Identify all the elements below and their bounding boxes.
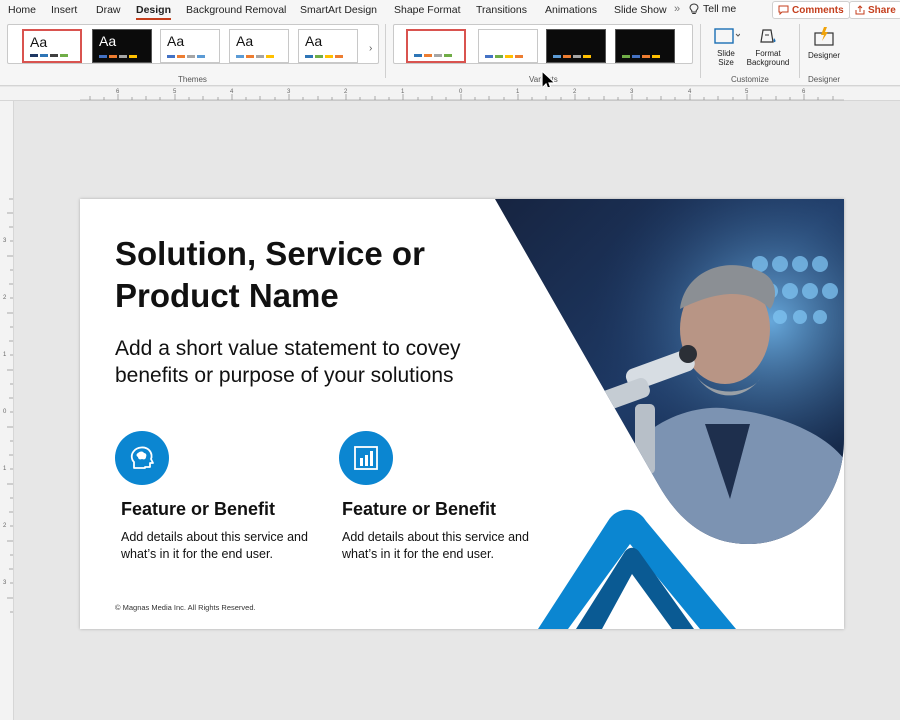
tab-design[interactable]: Design [136,4,172,20]
designer-label: Designer [807,51,840,60]
variant-swatches [622,55,660,58]
theme-swatches [305,55,343,58]
group-divider [385,24,386,78]
theme-thumb-text: Aa [167,33,185,49]
svg-text:5: 5 [745,89,749,95]
svg-text:6: 6 [116,89,120,95]
tab-animations[interactable]: Animations [545,4,597,16]
svg-text:4: 4 [230,89,234,95]
slide-subtitle[interactable]: Add a short value statement to covey ben… [115,335,535,389]
comment-icon [778,5,789,15]
theme-swatches [99,55,137,58]
svg-text:0: 0 [3,409,7,415]
comments-button[interactable]: Comments [772,1,850,19]
customize-group-label: Customize [731,75,769,84]
comments-label: Comments [792,4,844,16]
theme-swatches [30,54,68,57]
share-label: Share [868,4,896,16]
slide-canvas[interactable]: Solution, Service or Product Name Add a … [80,199,844,629]
svg-text:2: 2 [3,295,7,301]
svg-text:3: 3 [287,89,291,95]
brain-head-icon [130,446,154,469]
share-icon [855,5,865,15]
horizontal-ruler[interactable]: 6 5 4 3 2 1 0 1 2 3 4 5 6 [0,87,900,101]
group-divider [799,24,800,78]
svg-text:6: 6 [802,89,806,95]
svg-text:1: 1 [401,89,405,95]
svg-text:0: 0 [459,89,463,95]
more-tabs-chevron-icon[interactable]: » [674,3,680,15]
tell-me-label: Tell me [703,3,737,15]
variant-thumb[interactable] [546,29,606,63]
feature-desc-1[interactable]: Add details about this service and what’… [121,529,321,563]
slide-title[interactable]: Solution, Service or Product Name [115,233,515,317]
tell-me-search[interactable]: Tell me [689,3,736,15]
variant-swatches [485,55,523,58]
design-ribbon: Aa Aa Aa Aa Aa › Themes Slide Size Forma… [0,20,900,95]
paint-bucket-icon [760,29,776,43]
tab-smartart-design[interactable]: SmartArt Design [300,4,377,16]
theme-thumb[interactable]: Aa [92,29,152,63]
group-divider [700,24,701,78]
variant-swatches [553,55,591,58]
svg-text:3: 3 [3,238,7,244]
feature-title-2[interactable]: Feature or Benefit [342,499,496,520]
theme-thumb[interactable]: Aa [22,29,82,63]
designer-icon [814,27,834,46]
designer-button[interactable]: Designer [806,26,842,60]
theme-thumb-text: Aa [30,34,48,50]
tab-transitions[interactable]: Transitions [476,4,527,16]
feature-desc-2[interactable]: Add details about this service and what’… [342,529,542,563]
svg-text:2: 2 [573,89,577,95]
variant-swatches [414,54,452,57]
themes-gallery: Aa Aa Aa Aa Aa › [7,24,379,64]
ribbon-tab-bar: Home Insert Draw Design Background Remov… [0,0,900,20]
theme-thumb-text: Aa [305,33,323,49]
theme-thumb-text: Aa [99,33,117,49]
svg-text:5: 5 [173,89,177,95]
tab-background-removal[interactable]: Background Removal [186,4,286,16]
variant-thumb[interactable] [615,29,675,63]
variant-thumb[interactable] [406,29,466,63]
theme-thumb[interactable]: Aa [298,29,358,63]
svg-text:2: 2 [344,89,348,95]
tab-shape-format[interactable]: Shape Format [394,4,461,16]
svg-text:1: 1 [3,352,7,358]
tab-draw[interactable]: Draw [96,4,121,16]
tab-slide-show[interactable]: Slide Show [614,4,667,16]
tab-insert[interactable]: Insert [51,4,77,16]
svg-text:1: 1 [516,89,520,95]
share-button[interactable]: Share [849,1,900,19]
slide-size-button[interactable]: Slide Size [709,26,743,67]
themes-group-label: Themes [178,75,207,84]
theme-thumb[interactable]: Aa [160,29,220,63]
variants-gallery [393,24,693,64]
variant-thumb[interactable] [478,29,538,63]
svg-text:1: 1 [3,466,7,472]
copyright-text[interactable]: © Magnas Media Inc. All Rights Reserved. [115,603,256,612]
tab-home[interactable]: Home [8,4,36,16]
slide-size-icon [714,28,740,44]
bar-chart-icon [354,446,378,470]
theme-swatches [167,55,205,58]
feature-icon-circle [115,431,169,485]
format-background-label: Format Background [746,49,790,67]
ruler-ticks: 6 5 4 3 2 1 0 1 2 3 4 5 6 [80,89,844,101]
themes-scroll-right-icon[interactable]: › [369,43,372,54]
svg-text:2: 2 [3,523,7,529]
theme-swatches [236,55,274,58]
ruler-ticks: 3 2 1 0 1 2 3 [3,198,13,613]
designer-group-label: Designer [808,75,841,84]
theme-thumb-text: Aa [236,33,254,49]
vertical-ruler[interactable]: 3 2 1 0 1 2 3 [0,101,14,720]
slide-size-label: Slide Size [717,49,735,67]
svg-text:3: 3 [3,580,7,586]
feature-title-1[interactable]: Feature or Benefit [121,499,275,520]
svg-text:4: 4 [688,89,692,95]
theme-thumb[interactable]: Aa [229,29,289,63]
feature-icon-circle [339,431,393,485]
lightbulb-icon [689,3,699,14]
svg-text:3: 3 [630,89,634,95]
format-background-button[interactable]: Format Background [746,26,790,67]
